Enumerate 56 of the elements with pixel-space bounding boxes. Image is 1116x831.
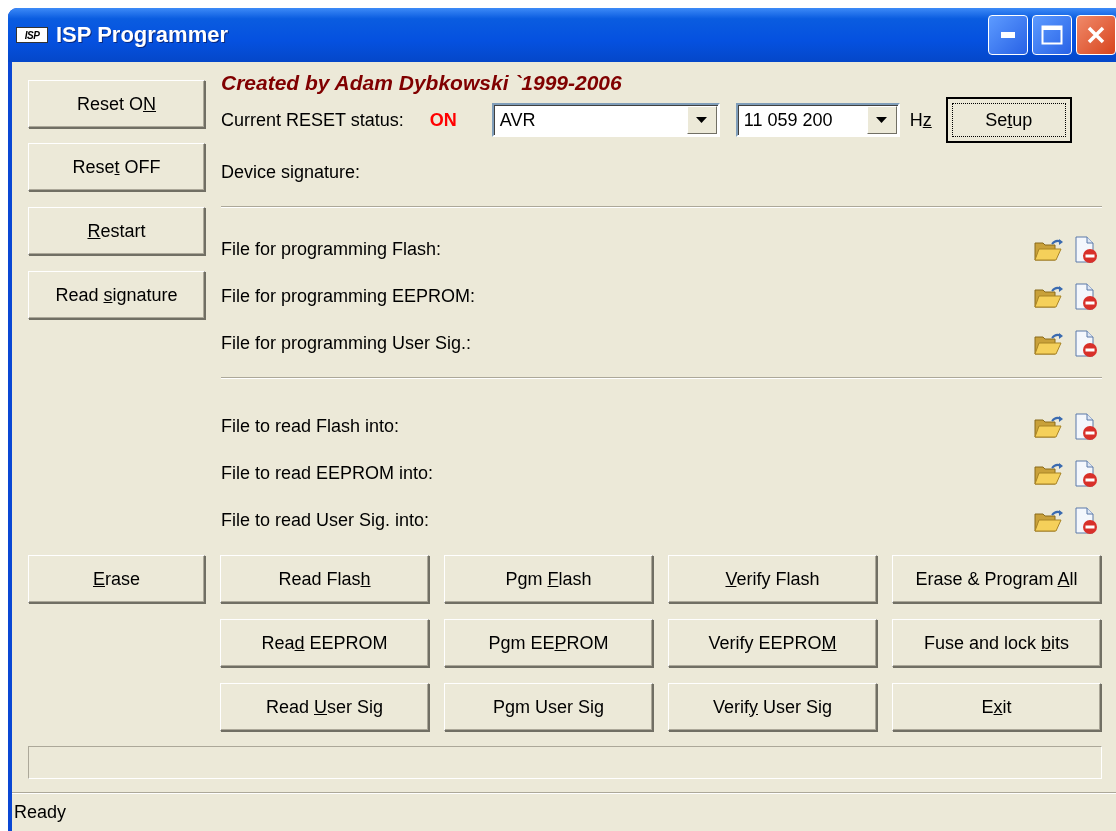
command-button[interactable]: Erase & Program All: [892, 555, 1101, 603]
minimize-button[interactable]: [988, 15, 1028, 55]
command-button[interactable]: Reset ON: [28, 80, 205, 128]
file-label: File to read Flash into:: [221, 416, 401, 437]
setup-button[interactable]: Setup: [945, 97, 1072, 143]
status-value: ON: [429, 109, 458, 131]
document-remove-icon[interactable]: [1074, 282, 1098, 311]
open-folder-icon[interactable]: [1034, 461, 1064, 486]
status-text: Ready: [14, 801, 67, 823]
command-button[interactable]: Reset OFF: [28, 143, 205, 191]
file-label: File to read EEPROM into:: [221, 463, 435, 484]
maximize-icon: [1041, 25, 1063, 45]
open-folder-icon[interactable]: [1034, 414, 1064, 439]
command-button[interactable]: Pgm User Sig: [444, 683, 653, 731]
document-remove-icon[interactable]: [1074, 506, 1098, 535]
file-label: File to read User Sig. into:: [221, 510, 431, 531]
command-button[interactable]: Read User Sig: [220, 683, 429, 731]
clock-dropdown[interactable]: 11 059 200: [735, 103, 900, 137]
open-folder-icon[interactable]: [1034, 331, 1064, 356]
close-icon: [1086, 25, 1106, 45]
open-folder-icon[interactable]: [1034, 508, 1064, 533]
down-arrow-icon: [696, 117, 708, 123]
device-dropdown[interactable]: AVR: [491, 103, 720, 137]
command-button[interactable]: Read signature: [28, 271, 205, 319]
document-remove-icon[interactable]: [1074, 459, 1098, 488]
close-button[interactable]: [1076, 15, 1116, 55]
command-button[interactable]: Restart: [28, 207, 205, 255]
document-remove-icon[interactable]: [1074, 329, 1098, 358]
erase-button[interactable]: Erase: [28, 555, 205, 603]
command-button[interactable]: Fuse and lock bits: [892, 619, 1101, 667]
document-remove-icon[interactable]: [1074, 412, 1098, 441]
maximize-button[interactable]: [1032, 15, 1072, 55]
file-label: File for programming Flash:: [221, 239, 443, 260]
status-label: Current RESET status:: [221, 109, 404, 131]
dropdown-arrow-button[interactable]: [866, 106, 897, 134]
command-button[interactable]: Pgm Flash: [444, 555, 653, 603]
window-title: ISP Programmer: [56, 22, 229, 48]
credit-text: Created by Adam Dybkowski `1999-2006: [221, 70, 623, 96]
document-remove-icon[interactable]: [1074, 235, 1098, 264]
command-button[interactable]: Exit: [892, 683, 1101, 731]
app-logo: ISP: [16, 27, 48, 43]
command-button[interactable]: Verify User Sig: [668, 683, 877, 731]
command-button[interactable]: Pgm EEPROM: [444, 619, 653, 667]
signature-label: Device signature:: [221, 161, 361, 183]
dropdown-arrow-button[interactable]: [686, 106, 717, 134]
down-arrow-icon: [876, 117, 888, 123]
open-folder-icon[interactable]: [1034, 284, 1064, 309]
unit-label: Hz: [909, 109, 932, 131]
command-button[interactable]: Read Flash: [220, 555, 429, 603]
minimize-icon: [1001, 32, 1015, 38]
command-button[interactable]: Verify Flash: [668, 555, 877, 603]
file-label: File for programming EEPROM:: [221, 286, 477, 307]
open-folder-icon[interactable]: [1034, 237, 1064, 262]
file-label: File for programming User Sig.:: [221, 333, 473, 354]
command-button[interactable]: Read EEPROM: [220, 619, 429, 667]
command-button[interactable]: Verify EEPROM: [668, 619, 877, 667]
